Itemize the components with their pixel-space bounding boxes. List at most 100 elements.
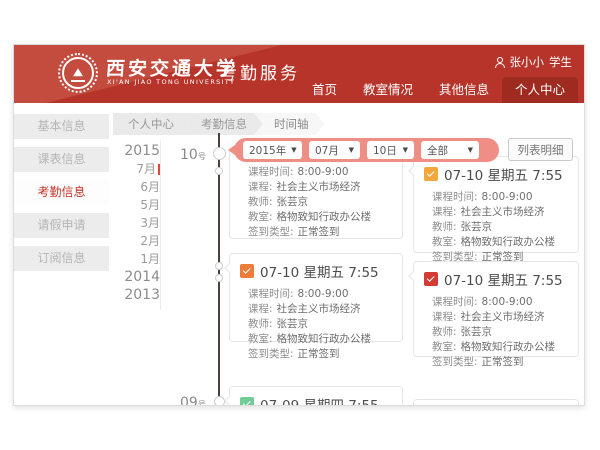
field-value: 社会主义市场经济 [277,181,361,193]
card-field: 教室:格物致知行政办公楼 [432,340,570,355]
app-header: 西安交通大学 XI'AN JIAO TONG UNIVERSITY 考勤服务 张… [14,45,584,103]
attendance-status-icon [240,397,254,406]
nav-item-home[interactable]: 首页 [299,77,350,103]
breadcrumb-item-timeline[interactable]: 时间轴 [254,113,325,135]
breadcrumb-item-profile[interactable]: 个人中心 [113,113,190,135]
field-value: 张芸京 [461,326,493,338]
card-date-title: 07-09 星期四 7:55 [260,394,379,406]
sidebar-item-attendance-info[interactable]: 考勤信息 [14,180,109,205]
timeline-node [213,147,226,160]
logo-tower-icon [62,57,94,89]
timeline-month-1[interactable]: 1月 [140,250,160,268]
timeline-month-5[interactable]: 5月 [140,196,160,214]
month-select[interactable]: 07月 ▼ [309,141,360,159]
field-value: 社会主义市场经济 [461,311,545,323]
university-name-cn: 西安交通大学 [105,54,239,81]
list-detail-button[interactable]: 列表明细 [508,138,573,161]
field-label: 课程时间: [432,296,478,308]
day-select[interactable]: 10日 ▼ [367,141,414,159]
attendance-status-icon [240,264,254,278]
card-date-title: 07-10 星期五 7:55 [444,164,563,184]
person-icon [495,57,505,68]
card-field: 教室: 格物致知行政办公楼 [248,332,394,347]
nav-item-other-info[interactable]: 其他信息 [426,77,502,103]
attendance-card-row3-right[interactable] [413,399,579,406]
sidebar-item-leave-request[interactable]: 请假申请 [14,213,109,238]
attendance-card-row2-left[interactable]: 07-10 星期五 7:55课程时间:8:00-9:00课程:社会主义市场经济教… [229,253,403,342]
field-value: 正常签到 [298,348,340,360]
timeline-month-7[interactable]: 7月 [136,160,160,178]
card-header: 07-09 星期四 7:55 [230,387,402,406]
sidebar-item-schedule-info[interactable]: 课表信息 [14,147,109,172]
sidebar-item-basic-info[interactable]: 基本信息 [14,114,109,139]
chevron-down-icon: ▼ [403,146,408,154]
timeline-day-label-09: 09号 [180,392,206,406]
chevron-down-icon: ▼ [291,146,296,154]
card-field: 课程时间:8:00-9:00 [248,287,394,302]
timeline-year-2014[interactable]: 2014 [124,268,160,286]
timeline-node [215,262,223,270]
day-number: 09 [180,395,198,406]
card-field: 课程时间:8:00-9:00 [248,165,394,180]
card-field: 课程:社会主义市场经济 [248,302,394,317]
check-icon [243,399,250,406]
year-select[interactable]: 2015年 ▼ [243,141,302,159]
type-select-value: 全部 [427,143,448,158]
card-field: 教室:格物致知行政办公楼 [248,210,394,225]
filter-bar-tail [228,145,235,155]
nav-item-profile[interactable]: 个人中心 [502,77,578,103]
timeline-month-2[interactable]: 2月 [140,232,160,250]
field-value: 张芸京 [277,196,309,208]
field-label: 课程: [248,181,273,193]
field-value: 8:00-9:00 [298,166,349,178]
timeline-year-2015[interactable]: 2015 [124,142,160,160]
card-field: 课程时间: 8:00-9:00 [432,190,570,205]
timeline-day-label-10: 10号 [180,144,206,163]
field-label: 签到类型: [248,226,294,238]
card-field: 课程: 社会主义市场经济 [432,205,570,220]
card-field: 签到类型:正常签到 [248,225,394,240]
field-label: 课程时间: [432,191,478,203]
timeline-month-6[interactable]: 6月 [140,178,160,196]
card-field: 课程: 社会主义市场经济 [248,180,394,195]
field-value: 格物致知行政办公楼 [277,333,372,345]
type-select[interactable]: 全部 ▼ [421,141,479,159]
breadcrumb-item-attendance-info[interactable]: 考勤信息 [181,113,263,135]
breadcrumb: 个人中心考勤信息时间轴 [113,113,325,135]
month-select-value: 07月 [315,143,339,158]
attendance-card-row2-right[interactable]: 07-10 星期五 7:55课程时间:8:00-9:00课程:社会主义市场经济教… [413,261,579,357]
attendance-card-row3-left[interactable]: 07-09 星期四 7:55 [229,386,403,406]
field-label: 课程时间: [248,288,294,300]
user-info[interactable]: 张小小 学生 [495,54,573,70]
year-select-value: 2015年 [249,143,286,158]
attendance-card-row1-right[interactable]: 07-10 星期五 7:55 课程时间: 8:00-9:00 课程: 社会主义市场经济教… [413,156,579,253]
sidebar-item-subscription-info[interactable]: 订阅信息 [14,246,109,271]
chevron-down-icon: ▼ [349,146,354,154]
scale-divider [160,140,161,310]
timeline-month-3[interactable]: 3月 [140,214,160,232]
attendance-card-row1-left[interactable]: 课程时间:8:00-9:00课程:社会主义市场经济教师:张芸京教室:格物致知行政… [229,149,403,239]
field-label: 课程: [432,311,457,323]
field-value: 正常签到 [482,356,524,368]
field-value: 8:00-9:00 [482,191,533,203]
sidebar: 基本信息课表信息考勤信息请假申请订阅信息 [14,114,109,279]
field-value: 社会主义市场经济 [461,206,545,218]
university-logo [58,53,98,93]
check-icon [427,169,434,176]
university-name-en: XI'AN JIAO TONG UNIVERSITY [107,78,235,86]
field-label: 教室: [248,333,273,345]
timeline-year-2013[interactable]: 2013 [124,286,160,304]
card-body: 课程时间:8:00-9:00课程:社会主义市场经济教师:张芸京教室:格物致知行政… [414,188,578,271]
card-field: 签到类型:正常签到 [432,355,570,370]
card-field: 签到类型:正常签到 [248,347,394,362]
card-field: 课程时间:8:00-9:00 [432,295,570,310]
nav-item-classrooms[interactable]: 教室情况 [350,77,426,103]
day-number: 10 [180,147,198,163]
field-label: 教师: [432,221,457,233]
field-label: 课程: [432,206,457,218]
field-label: 教师: [432,326,457,338]
card-body: 课程时间:8:00-9:00课程:社会主义市场经济教师:张芸京教室:格物致知行政… [230,150,402,246]
check-icon [427,274,434,281]
card-header: 07-10 星期五 7:55 [414,262,578,293]
timeline-scale: 20157月6月5月3月2月1月20142013 [114,142,160,304]
